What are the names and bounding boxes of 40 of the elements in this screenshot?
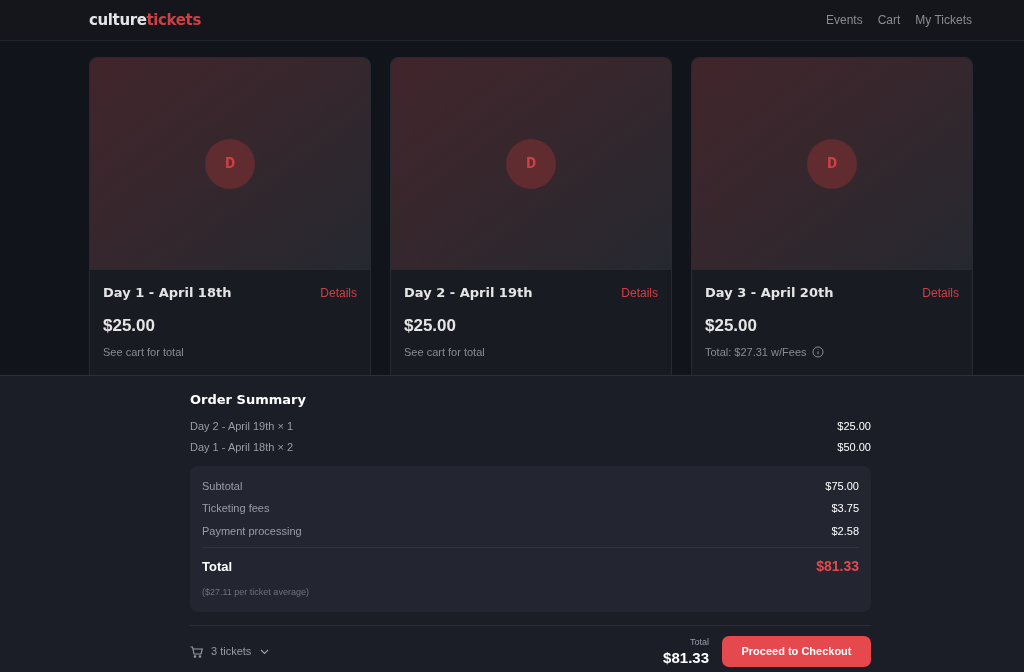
- average-note: ($27.11 per ticket average): [202, 586, 309, 599]
- chevron-down-icon: [260, 648, 270, 655]
- details-link[interactable]: Details: [922, 283, 959, 302]
- cart-icon: [190, 645, 203, 658]
- event-title: Day 3 - April 20th: [705, 284, 834, 302]
- event-title: Day 1 - April 18th: [103, 284, 232, 302]
- total-amount: $81.33: [816, 557, 859, 576]
- price-note: See cart for total: [103, 345, 184, 360]
- price-note: Total: $27.31 w/Fees: [705, 345, 807, 360]
- event-price: $25.00: [103, 314, 155, 337]
- event-initial: D: [807, 138, 857, 189]
- fee-label: Subtotal: [202, 478, 243, 494]
- line-item-label: Day 1 - April 18th × 2: [190, 440, 294, 455]
- footer-total: $81.33: [663, 649, 709, 668]
- fee-amount: $2.58: [831, 523, 859, 539]
- checkout-button[interactable]: Proceed to Checkout: [722, 636, 871, 667]
- logo[interactable]: culturetickets: [89, 8, 201, 32]
- fee-label: Payment processing: [202, 523, 302, 539]
- fee-amount: $75.00: [825, 478, 859, 494]
- total-label: Total: [202, 557, 233, 576]
- event-initial: D: [506, 138, 556, 189]
- event-price: $25.00: [404, 314, 456, 337]
- nav-link[interactable]: Cart: [877, 11, 901, 29]
- fee-amount: $3.75: [831, 501, 859, 516]
- info-icon[interactable]: [811, 346, 824, 359]
- fee-label: Ticketing fees: [202, 501, 270, 516]
- event-title: Day 2 - April 19th: [404, 284, 533, 302]
- line-item-label: Day 2 - April 19th × 1: [190, 418, 294, 434]
- event-initial: D: [205, 138, 255, 189]
- nav-link[interactable]: Events: [825, 11, 863, 29]
- line-item-amount: $25.00: [837, 418, 871, 434]
- price-note: See cart for total: [404, 345, 485, 360]
- nav-link[interactable]: My Tickets: [915, 11, 972, 29]
- details-link[interactable]: Details: [621, 283, 658, 302]
- summary-title: Order Summary: [190, 391, 307, 409]
- footer-total-label: Total: [690, 635, 709, 649]
- event-price: $25.00: [705, 314, 757, 337]
- tickets-toggle[interactable]: 3 tickets: [190, 643, 270, 660]
- line-item-amount: $50.00: [837, 440, 871, 455]
- details-link[interactable]: Details: [320, 283, 357, 302]
